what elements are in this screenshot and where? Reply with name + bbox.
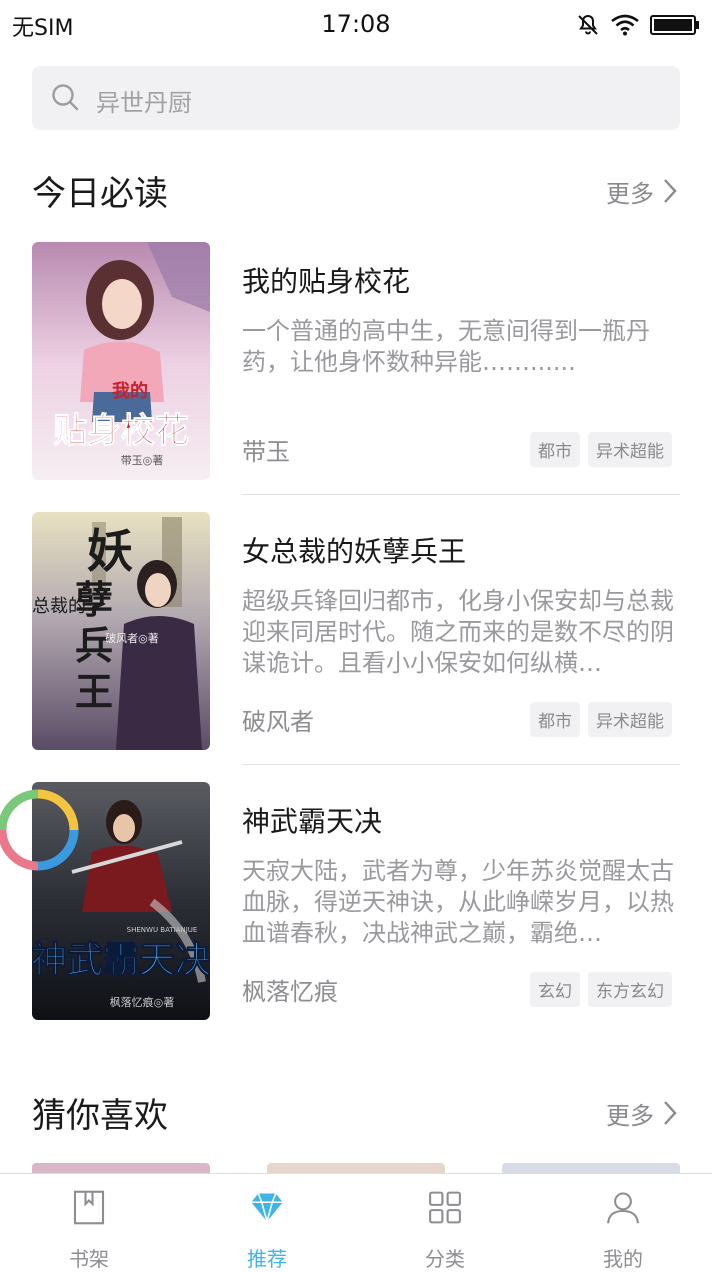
divider bbox=[242, 494, 680, 495]
book-item[interactable]: 神武霸天决 SHENWU BATIANJUE 枫落忆痕◎著 神武霸天决 天寂大陆… bbox=[0, 782, 712, 1052]
cover-author-text: 枫落忆痕◎著 bbox=[110, 995, 175, 1009]
floating-ring-icon[interactable] bbox=[0, 786, 82, 874]
tag-badge[interactable]: 都市 bbox=[530, 702, 580, 737]
cover-small-text: 我的 bbox=[112, 380, 148, 402]
book-item[interactable]: 我的 贴身校花 带玉◎著 我的贴身校花 一个普通的高中生，无意间得到一瓶丹药，让… bbox=[0, 242, 712, 512]
battery-icon bbox=[650, 15, 699, 35]
today-more-link[interactable]: 更多 bbox=[606, 171, 678, 211]
cover-title-char: 王 bbox=[75, 669, 113, 714]
tab-recommend[interactable]: 推荐 bbox=[178, 1174, 356, 1272]
tag-badge[interactable]: 玄幻 bbox=[530, 972, 580, 1007]
book-title: 神武霸天决 bbox=[242, 805, 383, 838]
book-author: 带玉 bbox=[242, 438, 290, 466]
diamond-icon bbox=[251, 1193, 283, 1225]
book-author: 枫落忆痕 bbox=[242, 978, 338, 1006]
guess-more-link[interactable]: 更多 bbox=[606, 1093, 678, 1133]
status-icons bbox=[576, 10, 700, 40]
book-cover-art: 妖孽兵王 女总裁的 破风者◎著 bbox=[32, 512, 210, 750]
category-grid-icon bbox=[429, 1191, 461, 1224]
tag-badge[interactable]: 都市 bbox=[530, 432, 580, 467]
tab-bookshelf[interactable]: 书架 bbox=[0, 1174, 178, 1272]
wifi-icon bbox=[611, 14, 639, 36]
cover-title-text: 神武霸天决 bbox=[32, 939, 210, 981]
chevron-right-icon bbox=[664, 1101, 677, 1125]
cover-small-text: 女总裁的 bbox=[32, 596, 86, 617]
chevron-right-icon bbox=[664, 179, 677, 203]
book-description: 一个普通的高中生，无意间得到一瓶丹药，让他身怀数种异能……...... bbox=[242, 317, 650, 376]
cover-author-text: 破风者◎著 bbox=[105, 631, 159, 645]
book-cover[interactable]: 妖孽兵王 女总裁的 破风者◎著 bbox=[32, 512, 210, 750]
book-tags: 都市 异术超能 bbox=[530, 702, 672, 737]
tab-label: 推荐 bbox=[247, 1247, 287, 1271]
section-title-today: 今日必读 bbox=[32, 174, 168, 214]
book-description: 天寂大陆，武者为尊，少年苏炎觉醒太古血脉，得逆天神诀，从此峥嵘岁月，以热血谱春秋… bbox=[242, 857, 674, 947]
search-placeholder: 异世丹厨 bbox=[96, 89, 192, 117]
tab-label: 书架 bbox=[69, 1247, 109, 1271]
book-cover-art: 我的 贴身校花 带玉◎著 bbox=[32, 242, 210, 480]
book-tags: 都市 异术超能 bbox=[530, 432, 672, 467]
search-icon bbox=[52, 84, 79, 111]
profile-icon bbox=[607, 1192, 639, 1224]
search-input[interactable]: 异世丹厨 bbox=[32, 66, 680, 130]
cover-title-char: 妖 bbox=[87, 524, 133, 578]
tab-profile[interactable]: 我的 bbox=[534, 1174, 712, 1272]
bottom-tab-bar: 书架 推荐 分类 我的 bbox=[0, 1173, 712, 1272]
more-label: 更多 bbox=[606, 179, 654, 208]
tag-badge[interactable]: 东方玄幻 bbox=[588, 972, 672, 1007]
book-tags: 玄幻 东方玄幻 bbox=[530, 972, 672, 1007]
bookshelf-icon bbox=[73, 1190, 105, 1225]
book-item[interactable]: 妖孽兵王 女总裁的 破风者◎著 女总裁的妖孽兵王 超级兵锋回归都市，化身小保安却… bbox=[0, 512, 712, 782]
tab-label: 我的 bbox=[603, 1247, 643, 1271]
book-cover[interactable]: 我的 贴身校花 带玉◎著 bbox=[32, 242, 210, 480]
book-author: 破风者 bbox=[242, 708, 314, 736]
cover-small-text: SHENWU BATIANJUE bbox=[127, 926, 198, 934]
book-description: 超级兵锋回归都市，化身小保安却与总裁迎来同居时代。随之而来的是数不尽的阴谋诡计。… bbox=[242, 587, 674, 677]
book-title: 我的贴身校花 bbox=[242, 265, 411, 298]
cover-title-char: 兵 bbox=[75, 623, 113, 668]
tab-category[interactable]: 分类 bbox=[356, 1174, 534, 1272]
more-label: 更多 bbox=[606, 1101, 654, 1130]
cover-author-text: 带玉◎著 bbox=[121, 453, 164, 467]
status-bar: 无SIM 17:08 bbox=[0, 0, 712, 50]
divider bbox=[242, 764, 680, 765]
tag-badge[interactable]: 异术超能 bbox=[588, 432, 672, 467]
mute-icon bbox=[578, 14, 598, 35]
section-title-guess: 猜你喜欢 bbox=[32, 1096, 168, 1136]
tab-label: 分类 bbox=[425, 1247, 465, 1271]
cover-title-text: 贴身校花 bbox=[53, 411, 189, 451]
book-title: 女总裁的妖孽兵王 bbox=[242, 535, 467, 568]
tag-badge[interactable]: 异术超能 bbox=[588, 702, 672, 737]
